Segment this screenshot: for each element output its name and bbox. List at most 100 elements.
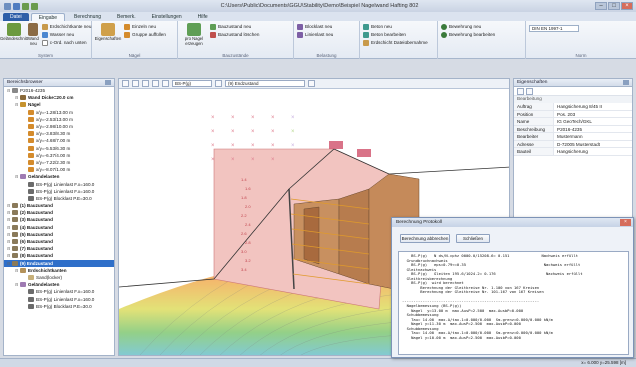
tree-item[interactable]: x/y=-3.83/8.30 m <box>4 130 114 137</box>
blocklast-neu-button[interactable]: Blocklast neu <box>297 23 333 30</box>
bewehrung-bearbeiten-button[interactable]: Bewehrung bearbeiten <box>441 31 495 38</box>
tree-item[interactable]: BS-P(g) Linienlast F.x=160.0 <box>4 180 114 187</box>
tree-item[interactable]: x/y=-4.68/7.00 m <box>4 137 114 144</box>
zoom-out-icon[interactable] <box>142 80 149 87</box>
tree-item[interactable]: ⊟ Nägel <box>4 101 114 108</box>
property-value[interactable]: Mustermann <box>554 133 632 140</box>
tree-item-label: x/y=-2.98/10.00 m <box>36 124 73 130</box>
prev-stage-icon[interactable] <box>215 80 222 87</box>
tree-item[interactable]: ⊟ (1) Bauzustand <box>4 202 114 209</box>
beton-neu-button[interactable]: Beton neu <box>363 23 428 30</box>
dialog-close-button[interactable]: × <box>620 219 631 226</box>
tree-item[interactable]: ⊟ (6) Bauzustand <box>4 238 114 245</box>
minimize-button[interactable]: – <box>595 2 607 10</box>
gruppe-auffuellen-button[interactable]: Gruppe auffüllen <box>124 31 166 38</box>
tree-item[interactable]: x/y=-7.22/2.30 m <box>4 159 114 166</box>
tree-item[interactable]: x/y=-6.37/4.00 m <box>4 152 114 159</box>
tree-item[interactable]: x/y=-8.07/1.00 m <box>4 166 114 173</box>
maximize-button[interactable]: □ <box>608 2 620 10</box>
tree-item[interactable]: ⊟ (2) Bauzustand <box>4 209 114 216</box>
tree-node-icon <box>28 167 34 173</box>
property-value[interactable]: P2016-4235 <box>554 126 632 133</box>
block-load-icon <box>297 23 303 30</box>
tree-item-label: Wand Dicke=20.0 cm <box>28 95 74 101</box>
load-case-select[interactable]: BS-P(g) <box>172 80 212 87</box>
zoom-fit-icon[interactable] <box>122 80 129 87</box>
tab-berechnung[interactable]: Berechnung <box>67 13 108 21</box>
tree-item[interactable]: x/y=-5.53/6.30 m <box>4 145 114 152</box>
category-icon[interactable] <box>526 88 533 95</box>
property-value[interactable]: Hangsicherung <box>554 148 632 155</box>
property-row[interactable]: Auftrag Hangsicherung 8/45 II <box>514 103 632 111</box>
tree-item[interactable]: BS-P(g) Blocklast P.E=30.0 <box>4 303 114 310</box>
tree-item[interactable]: BS-P(g) Linienlast F.x=160.0 <box>4 188 114 195</box>
tree-item[interactable]: ⊟ (4) Bauzustand <box>4 224 114 231</box>
tree-item[interactable]: BS-P(g) Linienlast F.x=160.0 <box>4 295 114 302</box>
tree-item[interactable]: ⊟ (9) Endzustand <box>4 259 114 267</box>
bauzustand-neu-button[interactable]: Bauzustand neu <box>210 23 259 30</box>
tree-item-label: x/y=-3.83/8.30 m <box>36 131 71 137</box>
tree-item[interactable]: ⊟ P2016-4235 <box>4 87 114 94</box>
bewehrung-neu-button[interactable]: Bewehrung neu <box>441 23 495 30</box>
tree-item[interactable]: BS-P(g) Linienlast F.x=160.0 <box>4 288 114 295</box>
linienlast-neu-button[interactable]: Linienlast neu <box>297 31 333 38</box>
app-icon[interactable] <box>4 2 11 10</box>
tab-einstellungen[interactable]: Einstellungen <box>145 13 189 21</box>
erdschicht-datei-button[interactable]: Erdschicht Dateiübernahme <box>363 39 428 46</box>
beton-bearbeiten-button[interactable]: Beton bearbeiten <box>363 31 428 38</box>
erdschichtkante-neu-button[interactable]: Erdschichtkante neu <box>41 23 91 30</box>
redo-icon[interactable] <box>31 2 38 10</box>
tab-hilfe[interactable]: Hilfe <box>191 13 215 21</box>
tree-item[interactable]: ⊟ (8) Bauzustand <box>4 252 114 259</box>
property-key: Bearbeiter <box>514 133 554 140</box>
next-stage-icon[interactable] <box>308 80 315 87</box>
stage-select[interactable]: (9) Endzustand <box>225 80 305 87</box>
tab-eingabe[interactable]: Eingabe <box>30 13 66 21</box>
property-row[interactable]: Beschreibung P2016-4235 <box>514 125 632 133</box>
tree-item[interactable]: ⊟ (3) Bauzustand <box>4 216 114 223</box>
close-window-button[interactable]: × <box>621 2 633 10</box>
tree-item[interactable]: x/y=-1.28/13.00 m <box>4 109 114 116</box>
property-value[interactable]: IG GeoTech/GKL <box>554 118 632 125</box>
svg-text:×: × <box>271 157 275 163</box>
pin-icon[interactable] <box>623 80 629 85</box>
bauzustand-loeschen-button[interactable]: Bauzustand löschen <box>210 31 259 38</box>
einzeln-neu-button[interactable]: Einzeln neu <box>124 23 166 30</box>
tree-item-label: Nägel <box>28 102 41 108</box>
tab-bemerk[interactable]: Bemerk. <box>110 13 143 21</box>
close-dialog-button[interactable]: Schließen <box>456 234 490 243</box>
property-row[interactable]: Name IG GeoTech/GKL <box>514 118 632 126</box>
tree-node-icon <box>28 116 34 122</box>
tab-file[interactable]: Datei <box>3 13 29 21</box>
property-row[interactable]: Bauteil Hangsicherung <box>514 148 632 156</box>
zoom-in-icon[interactable] <box>132 80 139 87</box>
tree-item[interactable]: ⊟ (5) Bauzustand <box>4 231 114 238</box>
tree-item[interactable]: ⊟ (7) Bauzustand <box>4 245 114 252</box>
property-row[interactable]: Position Pos. 203 <box>514 110 632 118</box>
sort-icon[interactable] <box>517 88 524 95</box>
tree-item[interactable]: ⊟ Geländelasten <box>4 173 114 180</box>
pan-icon[interactable] <box>152 80 159 87</box>
property-row[interactable]: Bearbeiter Mustermann <box>514 133 632 141</box>
tree-item[interactable]: ⊟ Geländelasten <box>4 281 114 288</box>
tree-node-icon <box>20 267 26 273</box>
pin-icon[interactable] <box>105 80 111 85</box>
property-value[interactable]: Pos. 203 <box>554 111 632 118</box>
tree-item[interactable]: Sand(locker) <box>4 274 114 281</box>
tree-item[interactable]: ⊟ Erdschichtkanten <box>4 267 114 274</box>
norm-select[interactable]: DIN EN 1997-1 <box>529 25 579 32</box>
undo-icon[interactable] <box>22 2 29 10</box>
property-value[interactable]: D-72005 Musterstadt <box>554 141 632 148</box>
tree-item[interactable]: ⊟ Wand Dicke=20.0 cm <box>4 94 114 101</box>
measure-icon[interactable] <box>162 80 169 87</box>
c-ord-checkbox[interactable]: c-Ord. nach unten <box>41 39 92 46</box>
property-value[interactable]: Hangsicherung 8/45 II <box>554 103 632 110</box>
tree-item[interactable]: BS-P(g) Blocklast P.E=30.0 <box>4 195 114 202</box>
property-row[interactable]: Adresse D-72005 Musterstadt <box>514 140 632 148</box>
save-icon[interactable] <box>13 2 20 10</box>
tree-item[interactable]: x/y=-2.98/10.00 m <box>4 123 114 130</box>
wasser-neu-button[interactable]: Wasser neu <box>41 31 92 38</box>
abort-calculation-button[interactable]: Berechnung abbrechen <box>400 234 450 243</box>
tree-item[interactable]: x/y=-2.53/13.00 m <box>4 116 114 123</box>
svg-text:×: × <box>271 115 275 121</box>
